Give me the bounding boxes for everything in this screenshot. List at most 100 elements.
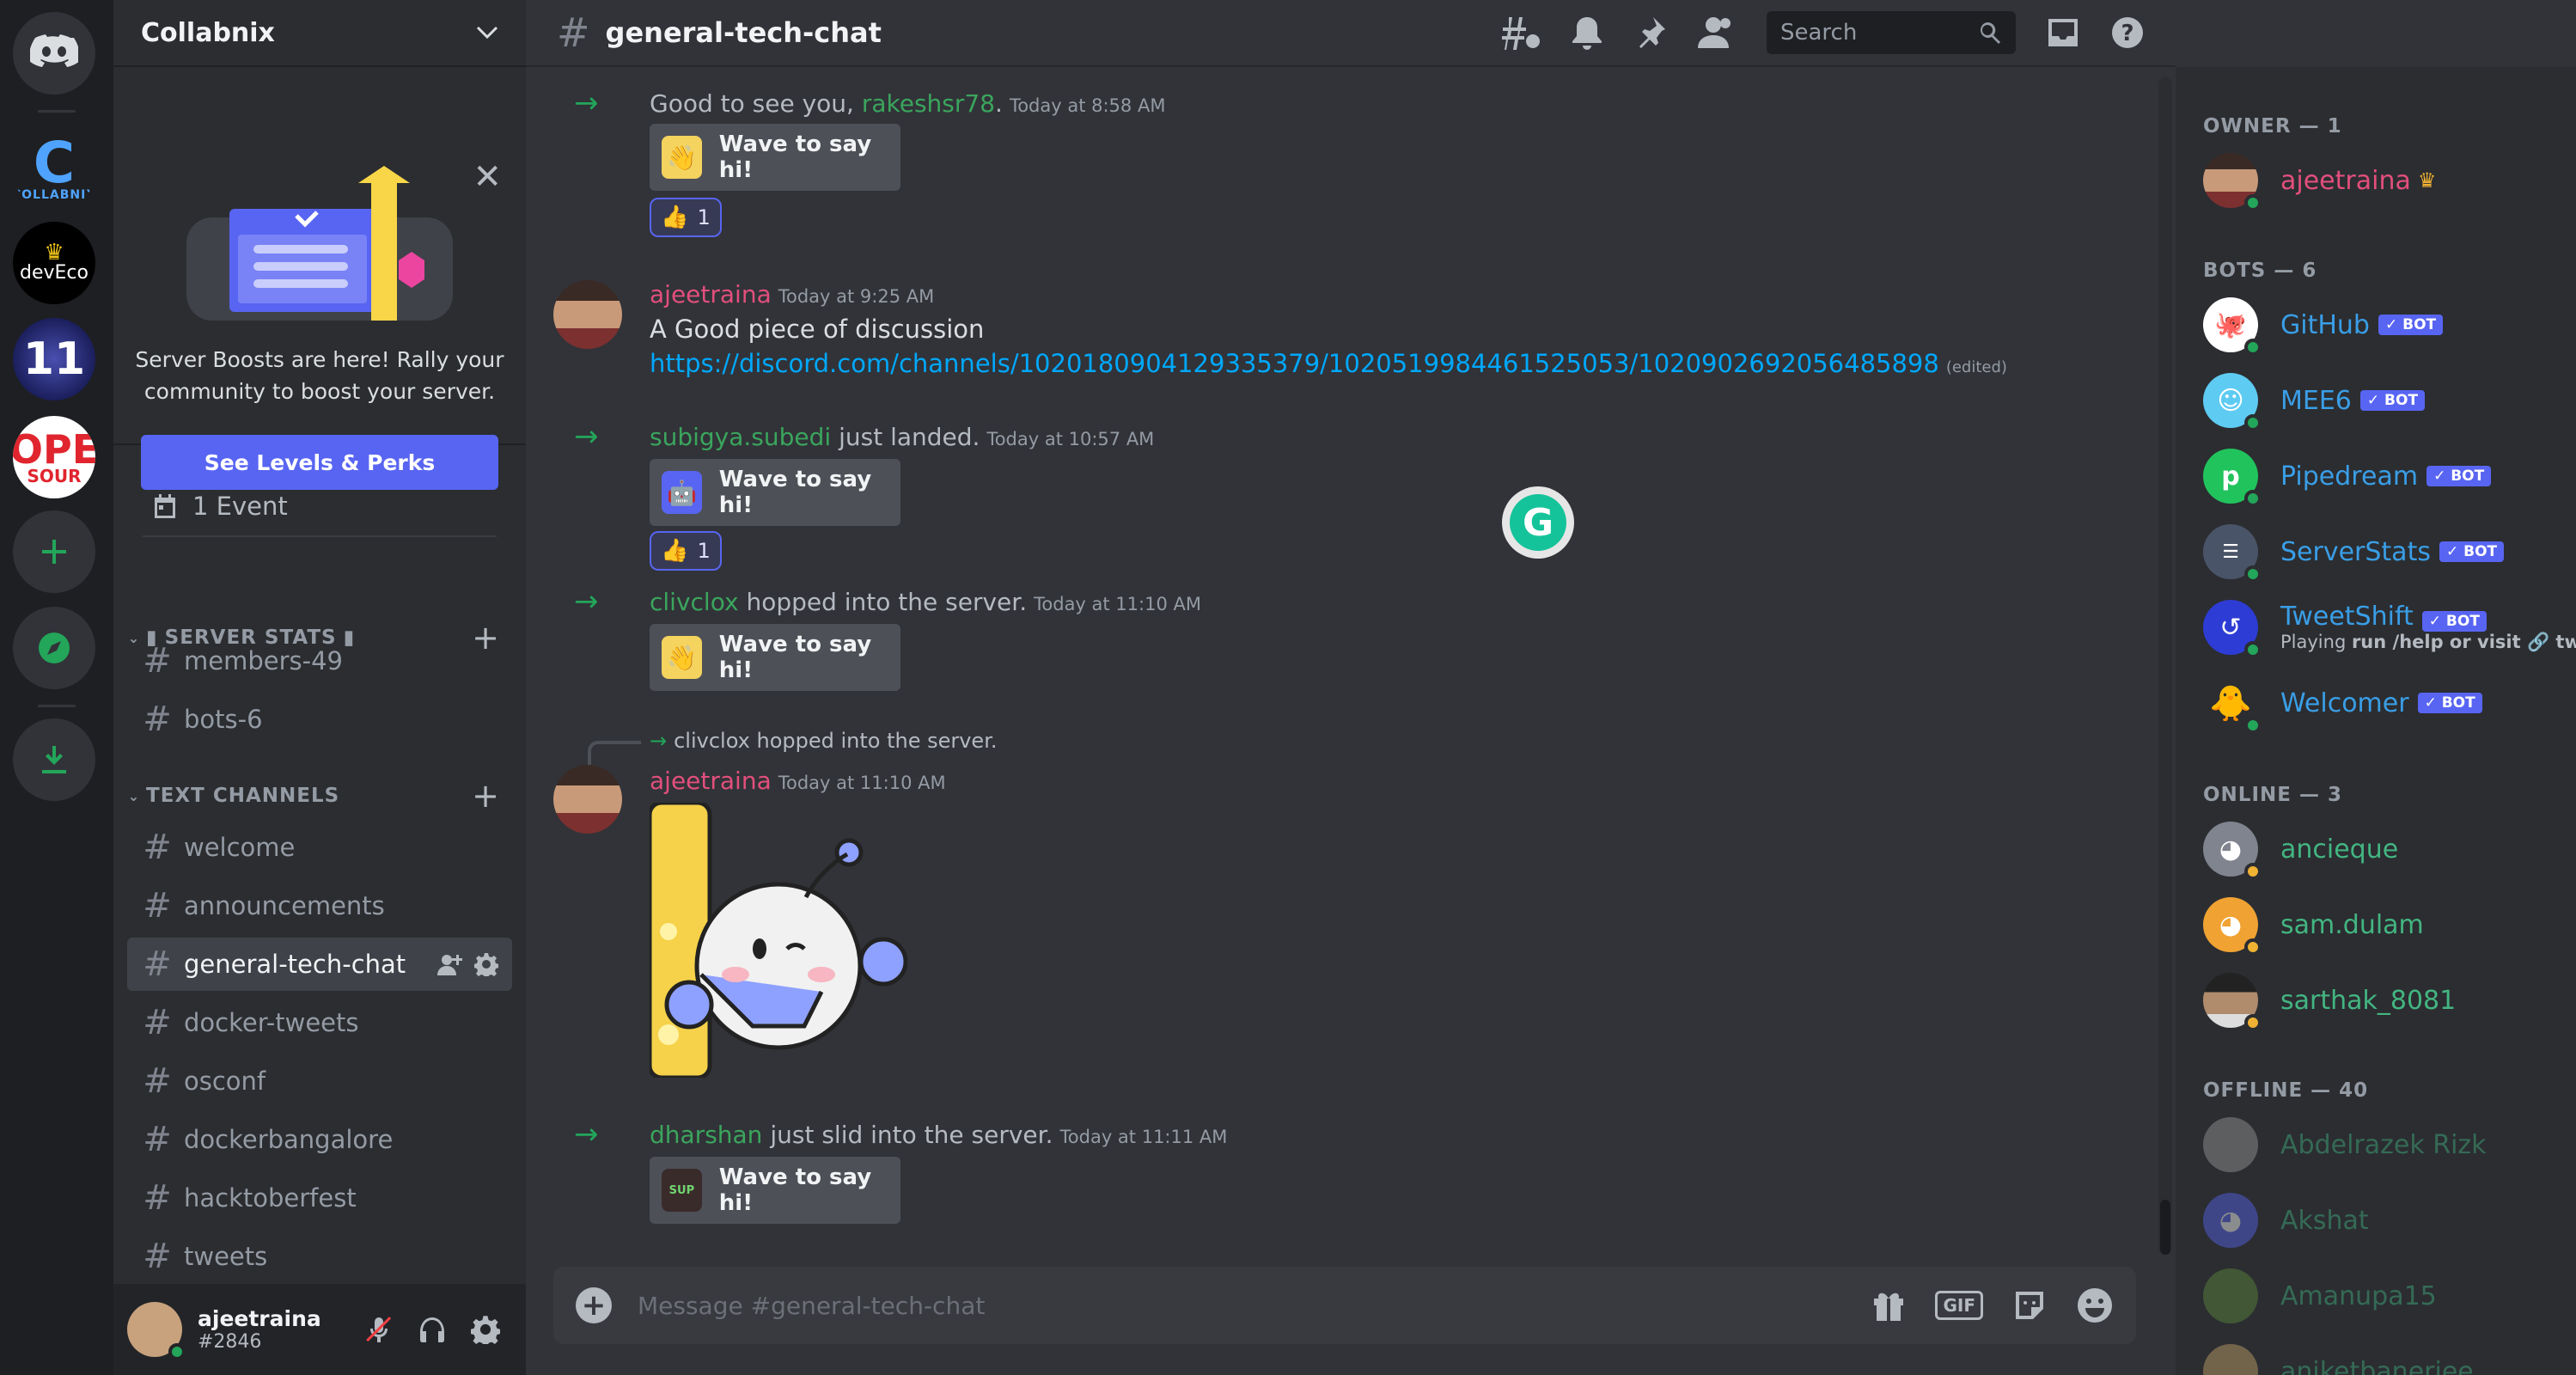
- wave-label: Wave to say hi!: [718, 131, 872, 183]
- message-link[interactable]: https://discord.com/channels/10201809041…: [650, 349, 1939, 378]
- idle-status-icon: [2244, 863, 2262, 880]
- channel-members-49[interactable]: # members-49: [127, 634, 512, 688]
- role-heading-owner: OWNER — 1: [2203, 115, 2342, 138]
- member-item[interactable]: ajeetraina ♛: [2203, 146, 2564, 215]
- member-name: GitHub: [2280, 309, 2370, 340]
- channel-docker-tweets[interactable]: # docker-tweets: [127, 996, 512, 1049]
- gift-icon[interactable]: [1871, 1288, 1906, 1323]
- bot-tag: ✓ BOT: [2426, 466, 2492, 486]
- channel-announcements[interactable]: # announcements: [127, 879, 512, 932]
- username-link[interactable]: dharshan: [650, 1121, 762, 1149]
- wave-sticker-icon: 👋: [662, 636, 702, 679]
- discord-logo-icon: [30, 34, 78, 67]
- chat-scrollbar[interactable]: [2158, 77, 2172, 1255]
- member-list-icon[interactable]: [1698, 15, 1736, 50]
- welcomer-avatar-icon: 🐥: [2203, 675, 2262, 734]
- channel-bots-6[interactable]: # bots-6: [127, 693, 512, 746]
- user-info[interactable]: ajeetraina #2846: [198, 1306, 321, 1353]
- server-collabnix[interactable]: C COLLABNIX: [13, 129, 95, 211]
- member-item[interactable]: Amanupa15: [2203, 1262, 2564, 1330]
- username-link[interactable]: ajeetraina: [650, 280, 772, 309]
- category-text-channels[interactable]: ⌄ TEXT CHANNELS +: [122, 777, 500, 815]
- member-item[interactable]: ☰ ServerStats ✓ BOT: [2203, 517, 2564, 586]
- timestamp: Today at 11:10 AM: [778, 773, 946, 793]
- username-link[interactable]: rakeshsr78: [862, 89, 995, 118]
- reply-preview[interactable]: → clivclox hopped into the server.: [650, 729, 998, 753]
- explore-servers-button[interactable]: [13, 607, 95, 689]
- mic-muted-icon[interactable]: [364, 1315, 394, 1344]
- channel-tweets[interactable]: # tweets: [127, 1230, 512, 1283]
- github-avatar-icon: 🐙: [2203, 297, 2262, 356]
- server-open-source[interactable]: OPE SOUR: [13, 416, 95, 498]
- threads-icon[interactable]: [1502, 15, 1540, 50]
- channel-general-tech-chat[interactable]: # general-tech-chat: [127, 938, 512, 991]
- message-input[interactable]: [638, 1291, 1872, 1320]
- member-item[interactable]: ↺ TweetShift ✓ BOT Playing run /help or v…: [2203, 593, 2576, 662]
- close-icon[interactable]: ✕: [473, 160, 502, 194]
- server-deveco[interactable]: ♛ devEco: [13, 222, 95, 304]
- wave-button[interactable]: 🤖 Wave to say hi!: [650, 459, 900, 526]
- sticker-icon[interactable]: [2012, 1288, 2047, 1323]
- gear-icon[interactable]: [474, 952, 498, 976]
- channel-osconf[interactable]: # osconf: [127, 1054, 512, 1108]
- avatar[interactable]: [553, 280, 622, 349]
- wumpus-sticker[interactable]: [650, 803, 907, 1078]
- hash-icon: #: [143, 828, 172, 867]
- inbox-icon[interactable]: [2047, 17, 2079, 48]
- wave-button[interactable]: 👋 Wave to say hi!: [650, 124, 900, 191]
- add-server-button[interactable]: [13, 510, 95, 593]
- avatar[interactable]: [553, 765, 622, 834]
- avatar: [2203, 153, 2262, 211]
- system-message: dharshan just slid into the server. Today…: [650, 1121, 1227, 1149]
- headphones-icon[interactable]: [418, 1315, 447, 1344]
- member-item[interactable]: ◕ ancieque: [2203, 815, 2564, 883]
- discord-home-button[interactable]: [13, 12, 95, 95]
- avatar: [2203, 1344, 2258, 1375]
- serverstats-avatar-icon: ☰: [2203, 524, 2262, 583]
- server-eleven[interactable]: 11: [13, 318, 95, 400]
- join-arrow-icon: →: [574, 419, 599, 454]
- reaction-thumbs-up[interactable]: 👍 1: [650, 531, 722, 571]
- help-icon[interactable]: ?: [2110, 15, 2145, 50]
- username-link[interactable]: ajeetraina: [650, 767, 772, 795]
- chat-scrollbar-thumb[interactable]: [2160, 1200, 2170, 1255]
- username-link[interactable]: subigya.subedi: [650, 423, 831, 451]
- search-input[interactable]: Search: [1767, 11, 2016, 54]
- pin-icon[interactable]: [1634, 15, 1667, 50]
- add-channel-icon[interactable]: +: [472, 777, 500, 815]
- settings-gear-icon[interactable]: [471, 1315, 500, 1344]
- wave-button[interactable]: SUP Wave to say hi!: [650, 1157, 900, 1224]
- bell-icon[interactable]: [1571, 15, 1603, 50]
- channel-welcome[interactable]: # welcome: [127, 821, 512, 874]
- wave-button[interactable]: 👋 Wave to say hi!: [650, 624, 900, 691]
- system-message: subigya.subedi just landed. Today at 10:5…: [650, 423, 1154, 451]
- invite-icon[interactable]: [436, 951, 462, 977]
- reaction-thumbs-up[interactable]: 👍 1: [650, 198, 722, 237]
- events-item[interactable]: 1 Event: [143, 477, 497, 537]
- member-item[interactable]: ◕ Akshat: [2203, 1186, 2564, 1255]
- member-item[interactable]: aniketbanerjee: [2203, 1337, 2564, 1375]
- member-item[interactable]: 🐙 GitHub ✓ BOT: [2203, 290, 2564, 359]
- member-item[interactable]: Abdelrazek Rizk: [2203, 1110, 2564, 1179]
- idle-status-icon: [2244, 1014, 2262, 1031]
- channel-dockerbangalore[interactable]: # dockerbangalore: [127, 1113, 512, 1166]
- online-status-icon: [2244, 414, 2262, 431]
- idle-status-icon: [2244, 938, 2262, 956]
- username-link[interactable]: clivclox: [650, 588, 739, 616]
- guild-header[interactable]: Collabnix: [113, 0, 526, 67]
- grammarly-widget[interactable]: G: [1502, 486, 1574, 559]
- hash-icon: #: [143, 944, 172, 984]
- upload-plus-icon[interactable]: +: [576, 1287, 612, 1323]
- member-item[interactable]: sarthak_8081: [2203, 966, 2564, 1035]
- avatar[interactable]: [127, 1302, 186, 1360]
- discord-avatar-icon: ◕: [2203, 822, 2262, 880]
- member-item[interactable]: ☺ MEE6 ✓ BOT: [2203, 366, 2564, 435]
- member-item[interactable]: p Pipedream ✓ BOT: [2203, 442, 2564, 510]
- emoji-icon[interactable]: [2076, 1286, 2114, 1324]
- channel-hacktoberfest[interactable]: # hacktoberfest: [127, 1171, 512, 1225]
- member-item[interactable]: 🐥 Welcomer ✓ BOT: [2203, 669, 2564, 737]
- gif-button[interactable]: GIF: [1935, 1291, 1983, 1320]
- member-item[interactable]: ◕ sam.dulam: [2203, 890, 2564, 959]
- download-apps-button[interactable]: [13, 718, 95, 801]
- message-header: ajeetraina Today at 11:10 AM: [650, 767, 946, 795]
